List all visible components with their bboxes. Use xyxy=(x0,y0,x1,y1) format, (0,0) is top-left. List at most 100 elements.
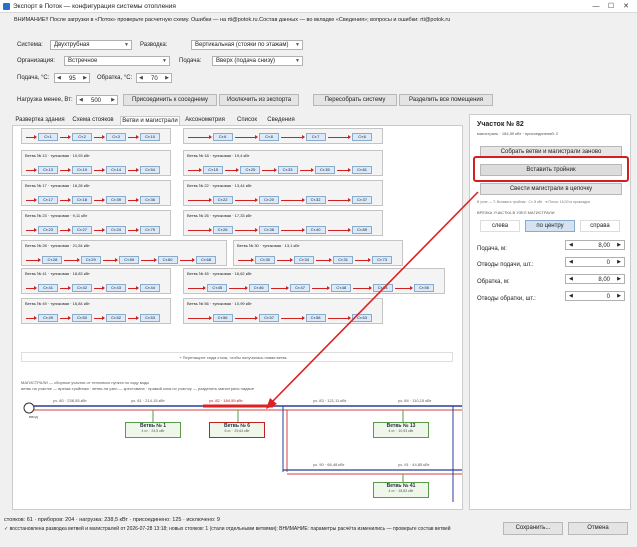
riser-chip[interactable]: Ст.50 xyxy=(72,314,92,322)
riser-chip[interactable]: Ст.89 xyxy=(352,226,372,234)
close-button[interactable]: ✕ xyxy=(619,1,633,12)
riser-chip[interactable]: Ст.18 xyxy=(72,196,92,204)
riser-chip[interactable]: Ст.30 xyxy=(255,256,275,264)
routing-combobox[interactable]: Вертикальная (стояки по этажам) ▼ xyxy=(191,40,303,50)
split-rooms-button[interactable]: Разделить все помещения xyxy=(399,94,493,106)
riser-chip[interactable]: Ст.15 xyxy=(203,166,224,174)
segment-91-label[interactable]: уч. 91 · 44,85 кВт xyxy=(398,462,430,467)
riser-chip[interactable]: Ст.24 xyxy=(106,226,126,234)
branch-card[interactable]: Ветвь № 45 · тупиковая · 16,62 кВт Ст.45 С… xyxy=(183,268,445,294)
riser-chip[interactable]: Ст.56 xyxy=(212,314,233,322)
riser-chip[interactable]: Ст.52 xyxy=(106,314,126,322)
segment-83-label[interactable]: уч. 83 · 121,11 кВт xyxy=(313,398,346,403)
branch-card[interactable]: Ветвь № 18 · тупиковая · 19,4 кВт Ст.15 Ст… xyxy=(183,150,383,176)
riser-chip[interactable]: Ст.25 xyxy=(240,166,261,174)
riser-chip[interactable]: Ст.43 xyxy=(106,284,126,292)
riser-chip[interactable]: Ст.81 xyxy=(352,166,372,174)
branch-card[interactable]: Ветвь № 26 · тупиковая · 17,33 кВт Ст.26 С… xyxy=(183,210,383,236)
branch-card[interactable]: Ветвь № 23 · тупиковая · 9,11 кВт Ст.23 Ст… xyxy=(21,210,171,236)
decrement-icon[interactable]: ◀ xyxy=(79,97,83,103)
segment-90-label[interactable]: уч. 90 · 66,48 кВт xyxy=(313,462,345,467)
supply-temp-spinner[interactable]: ◀ 95 ▶ xyxy=(54,73,90,83)
riser-chip[interactable]: Ст.20 xyxy=(259,196,279,204)
riser-chip[interactable]: Ст.13 xyxy=(38,166,58,174)
riser-chip[interactable]: Ст.23 xyxy=(38,226,58,234)
input-node-icon[interactable] xyxy=(23,402,35,414)
riser-chip[interactable]: Ст.6 xyxy=(352,133,372,141)
return-taps-spinner[interactable]: ◀ 0 ▶ xyxy=(565,291,625,301)
branch-node[interactable]: Ветвь № 13 4 ст. · 10,93 кВт xyxy=(373,422,429,438)
riser-chip[interactable]: Ст.1 xyxy=(38,133,58,141)
save-button[interactable]: Сохранить... xyxy=(503,522,563,535)
increment-icon[interactable]: ▶ xyxy=(617,259,621,265)
branch-card[interactable]: Ветвь № 28 · тупиковая · 21,54 кВт Ст.28 С… xyxy=(21,240,227,266)
supply-length-spinner[interactable]: ◀ 8,00 ▶ xyxy=(565,240,625,250)
riser-chip[interactable]: Ст.41 xyxy=(38,284,58,292)
riser-chip[interactable]: Ст.6 xyxy=(212,133,233,141)
branch-card[interactable]: Ветвь № 56 · тупиковая · 10,99 кВт Ст.56 С… xyxy=(183,298,383,324)
riser-chip[interactable]: Ст.8 xyxy=(259,133,279,141)
branch-card[interactable]: Ветвь № 13 · тупиковая · 10,93 кВт Ст.13 С… xyxy=(21,150,171,176)
riser-chip[interactable]: Ст.31 xyxy=(333,256,353,264)
increment-icon[interactable]: ▶ xyxy=(617,293,621,299)
load-spinner[interactable]: ◀ 500 ▶ xyxy=(76,95,118,105)
tab-list[interactable]: Список xyxy=(232,116,262,125)
riser-chip[interactable]: Ст.34 xyxy=(294,256,314,264)
increment-icon[interactable]: ▶ xyxy=(83,75,87,81)
riser-chip[interactable]: Ст.53 xyxy=(140,314,160,322)
riser-chip[interactable]: Ст.3 xyxy=(106,133,126,141)
branch-card[interactable]: Ветвь № 22 · тупиковая · 13,44 кВт Ст.22 С… xyxy=(183,180,383,206)
increment-icon[interactable]: ▶ xyxy=(617,276,621,282)
return-length-spinner[interactable]: ◀ 8,00 ▶ xyxy=(565,274,625,284)
increment-icon[interactable]: ▶ xyxy=(111,97,115,103)
riser-chip[interactable]: Ст.58 xyxy=(305,314,326,322)
decrement-icon[interactable]: ◀ xyxy=(57,75,61,81)
riser-chip[interactable]: Ст.27 xyxy=(72,226,92,234)
riser-chip[interactable]: Ст.19 xyxy=(72,166,92,174)
tab-branches[interactable]: Ветви и магистрали xyxy=(120,116,180,125)
riser-chip[interactable]: Ст.2 xyxy=(72,133,92,141)
riser-chip[interactable]: Ст.22 xyxy=(212,196,233,204)
decrement-icon[interactable]: ◀ xyxy=(139,75,143,81)
branch-card[interactable]: Ст.1 Ст.2 Ст.3 Ст.10 xyxy=(21,128,171,144)
segment-82-label[interactable]: уч. 82 · 184,59 кВт xyxy=(209,398,243,403)
branch-node-selected[interactable]: Ветвь № 65 ст. · 29,64 кВт xyxy=(209,422,265,438)
branch-card[interactable]: Ветвь № 49 · тупиковая · 16,84 кВт Ст.49 С… xyxy=(21,298,171,324)
segment-80-label[interactable]: уч. 80 · 238,55 кВт xyxy=(53,398,87,403)
chain-mains-button[interactable]: Свести магистрали в цепочку xyxy=(480,183,622,195)
position-right-option[interactable]: справа xyxy=(580,220,620,232)
riser-chip[interactable]: Ст.35 xyxy=(314,166,335,174)
branches-canvas[interactable]: Ст.1 Ст.2 Ст.3 Ст.10 Ст.6 Ст.8 Ст.7 Ст.6 Ветвь №… xyxy=(12,125,463,510)
riser-chip[interactable]: Ст.45 xyxy=(207,284,228,292)
riser-chip[interactable]: Ст.10 xyxy=(140,133,160,141)
tab-axonometry[interactable]: Аксонометрия xyxy=(182,116,228,125)
decrement-icon[interactable]: ◀ xyxy=(569,242,573,248)
branch-card[interactable]: Ст.6 Ст.8 Ст.7 Ст.6 xyxy=(183,128,383,144)
new-branch-dropzone[interactable] xyxy=(21,352,453,362)
decrement-icon[interactable]: ◀ xyxy=(569,293,573,299)
supply-taps-spinner[interactable]: ◀ 0 ▶ xyxy=(565,257,625,267)
minimize-button[interactable]: — xyxy=(589,1,603,12)
riser-chip[interactable]: Ст.57 xyxy=(259,314,279,322)
branch-card[interactable]: Ветвь № 41 · тупиковая · 18,83 кВт Ст.41 С… xyxy=(21,268,171,294)
segment-81-label[interactable]: уч. 81 · 214,15 кВт xyxy=(131,398,165,403)
riser-chip[interactable]: Ст.68 xyxy=(196,256,216,264)
increment-icon[interactable]: ▶ xyxy=(165,75,169,81)
position-center-option[interactable]: по центру xyxy=(525,220,575,232)
riser-chip[interactable]: Ст.42 xyxy=(72,284,92,292)
riser-chip[interactable]: Ст.40 xyxy=(305,226,326,234)
branch-card[interactable]: Ветвь № 17 · тупиковая · 16,28 кВт Ст.17 С… xyxy=(21,180,171,206)
tab-risers[interactable]: Схема стояков xyxy=(68,116,118,125)
riser-chip[interactable]: Ст.79 xyxy=(140,226,160,234)
attach-button[interactable]: Присоединить к соседнему xyxy=(123,94,217,106)
riser-chip[interactable]: Ст.28 xyxy=(42,256,63,264)
riser-chip[interactable]: Ст.55 xyxy=(414,284,434,292)
riser-chip[interactable]: Ст.60 xyxy=(157,256,178,264)
riser-chip[interactable]: Ст.38 xyxy=(259,226,279,234)
increment-icon[interactable]: ▶ xyxy=(617,242,621,248)
riser-chip[interactable]: Ст.32 xyxy=(305,196,326,204)
riser-chip[interactable]: Ст.46 xyxy=(248,284,269,292)
riser-chip[interactable]: Ст.47 xyxy=(290,284,310,292)
riser-chip[interactable]: Ст.59 xyxy=(119,256,140,264)
branch-card[interactable]: Ветвь № 30 · тупиковая · 13,1 кВт Ст.30 Ст… xyxy=(233,240,403,266)
